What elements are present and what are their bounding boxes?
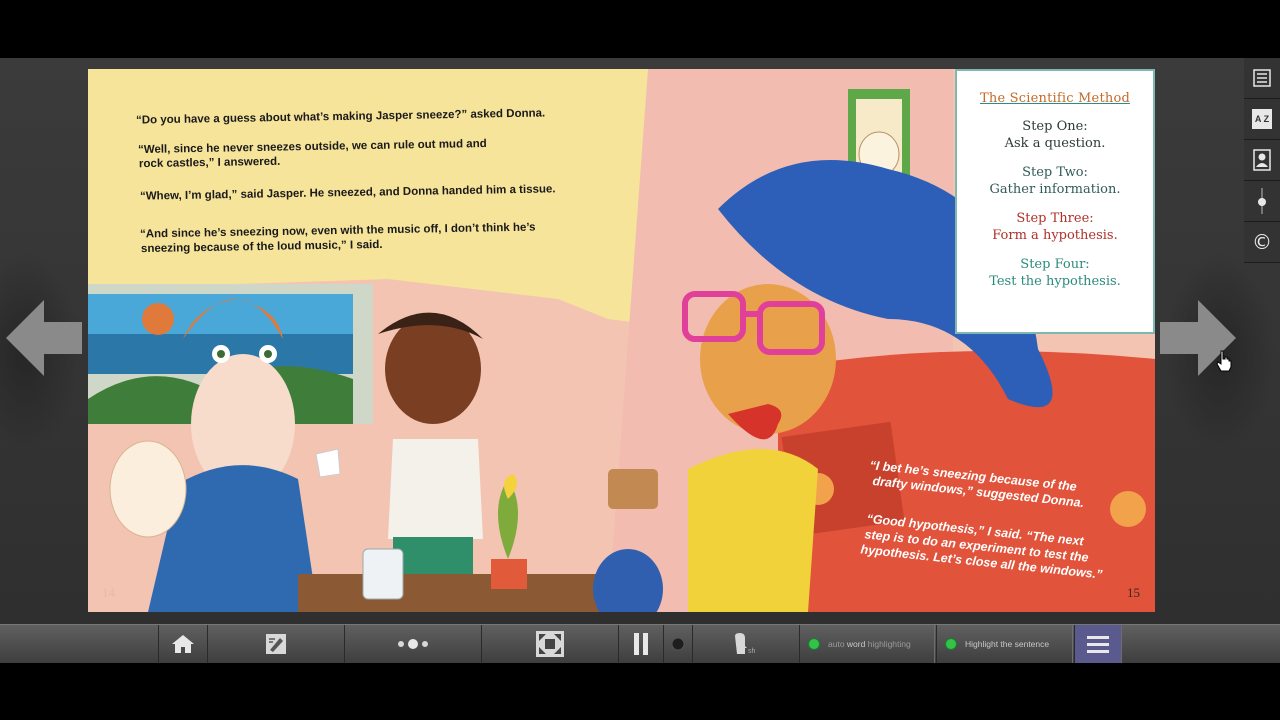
auto-label: auto	[828, 639, 845, 649]
copyright-button[interactable]: ©	[1244, 222, 1280, 263]
step-one: Step One: Ask a question.	[957, 118, 1153, 152]
step-one-text: Ask a question.	[1004, 136, 1106, 151]
arrow-left-icon	[6, 300, 82, 376]
right-toolbar: A Z ©	[1244, 58, 1280, 268]
record-button[interactable]	[663, 625, 693, 663]
step-two-text: Gather information.	[989, 182, 1121, 197]
highlight-sentence-toggle[interactable]: Highlight the sentence	[936, 625, 1073, 663]
user-card-icon	[1253, 149, 1271, 171]
scientific-method-title: The Scientific Method	[980, 91, 1130, 106]
prev-page-button[interactable]	[4, 298, 82, 378]
step-two-label: Step Two:	[1022, 165, 1088, 180]
contents-button[interactable]	[1244, 58, 1280, 99]
menu-button[interactable]	[1074, 625, 1122, 663]
record-icon	[671, 637, 685, 651]
read-aloud-button[interactable]: sh	[692, 625, 800, 663]
step-three: Step Three: Form a hypothesis.	[957, 210, 1153, 244]
word-label: word	[846, 639, 866, 649]
copyright-icon: ©	[1252, 230, 1272, 254]
step-three-label: Step Three:	[1016, 211, 1094, 226]
step-one-label: Step One:	[1022, 119, 1088, 134]
highlight-sentence-label: Highlight the sentence	[965, 639, 1050, 649]
pause-icon	[634, 633, 648, 655]
step-four-text: Test the hypothesis.	[989, 274, 1121, 289]
pencil-note-icon	[266, 634, 286, 654]
step-four-label: Step Four:	[1020, 257, 1090, 272]
glossary-button[interactable]: A Z	[1244, 99, 1280, 140]
speaker-person-icon: sh	[735, 633, 756, 655]
home-button[interactable]	[158, 625, 208, 663]
highlighting-label: highlighting	[867, 639, 911, 649]
step-four: Step Four: Test the hypothesis.	[957, 256, 1153, 290]
page-number-right: 15	[1127, 585, 1140, 600]
fullscreen-icon	[536, 631, 564, 657]
toggle-on-icon	[808, 638, 820, 650]
auto-word-highlighting-label: auto word highlighting	[828, 639, 911, 649]
page-view-button[interactable]	[344, 625, 482, 663]
slider-icon	[1258, 188, 1266, 214]
volume-slider[interactable]	[1244, 181, 1280, 222]
story-line-3: rock castles,” I answered.	[138, 155, 281, 171]
bottom-control-bar: sh auto word highlighting Highlight the …	[0, 624, 1280, 663]
step-two: Step Two: Gather information.	[957, 164, 1153, 198]
list-icon	[1253, 69, 1271, 87]
home-icon	[172, 635, 194, 653]
notes-button[interactable]	[207, 625, 345, 663]
hamburger-icon	[1087, 636, 1109, 653]
step-three-text: Form a hypothesis.	[992, 228, 1118, 243]
hand-cursor-icon	[1216, 350, 1232, 372]
svg-text:sh: sh	[748, 648, 756, 655]
toggle-on-icon	[945, 638, 957, 650]
fullscreen-button[interactable]	[481, 625, 619, 663]
page-number-left: 14	[102, 585, 115, 600]
dots-icon	[398, 639, 428, 649]
scientific-method-box: The Scientific Method Step One: Ask a qu…	[955, 69, 1155, 334]
pause-button[interactable]	[618, 625, 664, 663]
az-icon: A Z	[1252, 109, 1272, 129]
auto-word-highlighting-toggle[interactable]: auto word highlighting	[799, 625, 935, 663]
profile-button[interactable]	[1244, 140, 1280, 181]
